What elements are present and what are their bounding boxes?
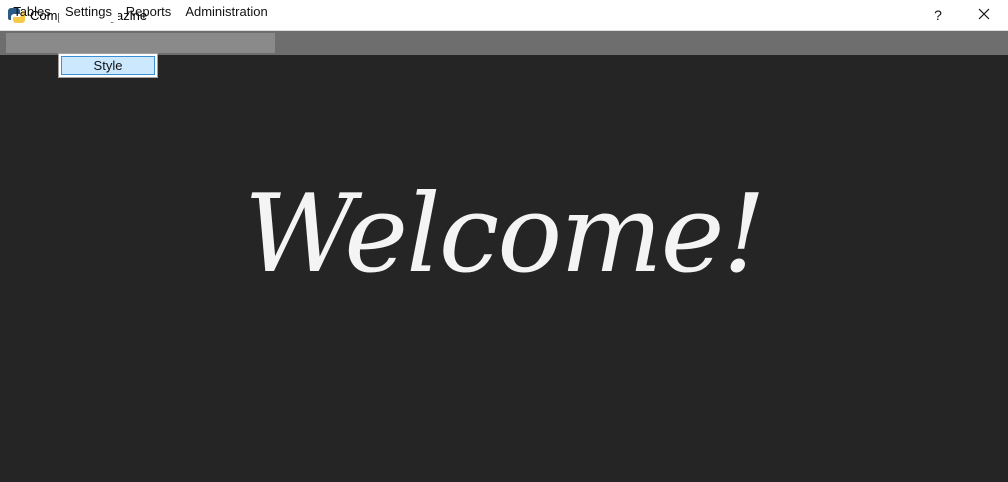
close-button[interactable]	[961, 0, 1007, 30]
menu-item-style[interactable]: Style	[61, 56, 155, 75]
app-window: Computer magazine ? Tables Settings Repo…	[0, 0, 1008, 482]
welcome-heading: Welcome!	[244, 172, 766, 297]
menu-strip	[6, 33, 275, 53]
menu-bar	[0, 31, 1008, 55]
menu-tables[interactable]: Tables	[6, 2, 58, 22]
help-button[interactable]: ?	[915, 0, 961, 30]
menu-settings[interactable]: Settings	[59, 2, 118, 22]
menu-reports[interactable]: Reports	[119, 2, 178, 22]
menu-administration[interactable]: Administration	[178, 2, 275, 22]
close-icon	[978, 7, 990, 23]
settings-dropdown: Style	[58, 53, 158, 78]
